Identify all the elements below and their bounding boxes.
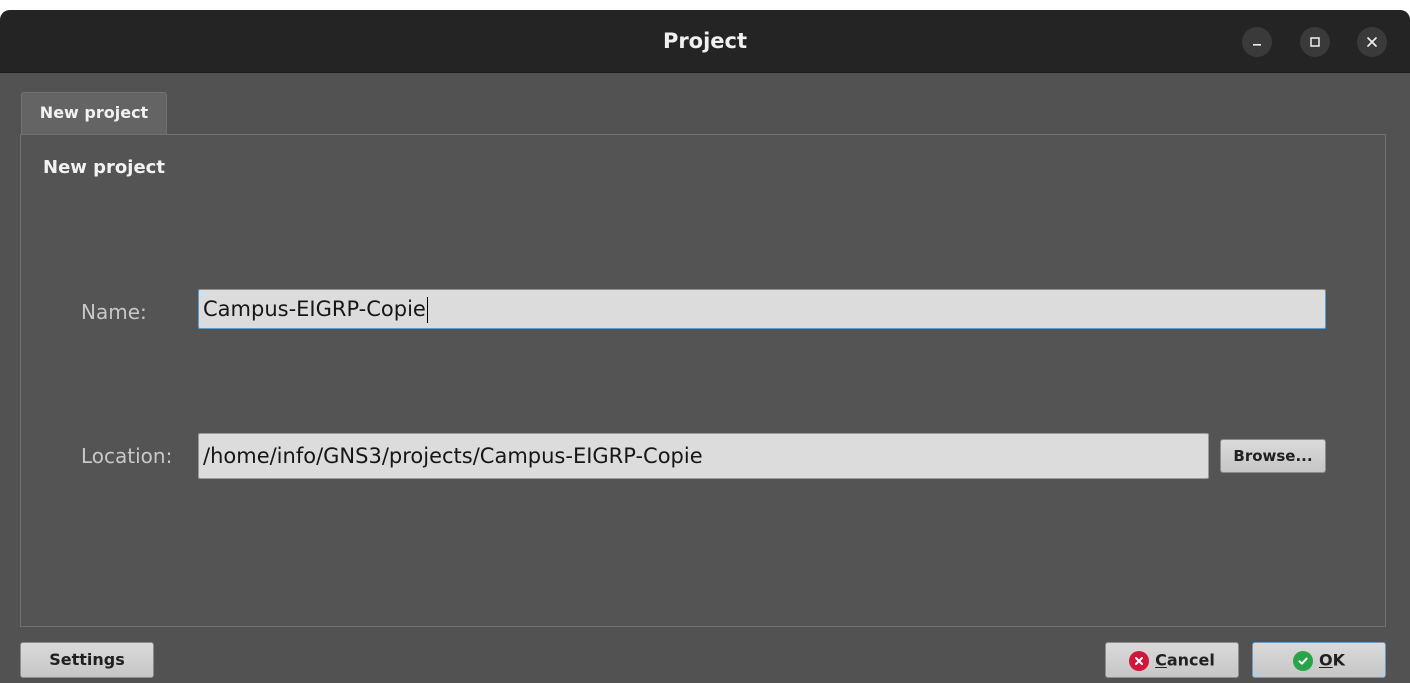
ok-label: K: [1332, 650, 1345, 670]
maximize-icon: [1310, 37, 1320, 47]
ok-mnemonic: O: [1318, 650, 1333, 670]
cancel-icon: [1129, 650, 1150, 671]
browse-button[interactable]: Browse...: [1220, 439, 1326, 473]
panel-heading: New project: [43, 157, 165, 178]
location-label: Location:: [81, 444, 173, 468]
tab-new-project[interactable]: New project: [21, 92, 167, 134]
project-dialog: Project New project New project Name: Ca…: [0, 10, 1410, 683]
cancel-mnemonic: C: [1155, 650, 1167, 670]
close-button[interactable]: [1357, 27, 1387, 57]
name-input-value: Campus-EIGRP-Copie: [203, 297, 426, 321]
settings-button[interactable]: Settings: [20, 642, 154, 678]
check-icon: [1292, 650, 1313, 671]
close-icon: [1367, 37, 1377, 47]
location-input-value: /home/info/GNS3/projects/Campus-EIGRP-Co…: [203, 444, 703, 468]
title-bar: Project: [0, 10, 1410, 73]
name-label: Name:: [81, 300, 147, 324]
minimize-button[interactable]: [1242, 27, 1272, 57]
new-project-panel: New project Name: Campus-EIGRP-Copie Loc…: [20, 134, 1386, 627]
minimize-icon: [1253, 44, 1261, 46]
name-input[interactable]: Campus-EIGRP-Copie: [198, 289, 1326, 329]
window-title: Project: [662, 29, 748, 53]
cancel-button[interactable]: Cancel: [1105, 642, 1239, 678]
cancel-label: ancel: [1166, 650, 1215, 670]
ok-button[interactable]: OK: [1252, 642, 1386, 678]
location-input[interactable]: /home/info/GNS3/projects/Campus-EIGRP-Co…: [198, 433, 1209, 479]
text-caret: [426, 297, 428, 323]
maximize-button[interactable]: [1300, 27, 1330, 57]
